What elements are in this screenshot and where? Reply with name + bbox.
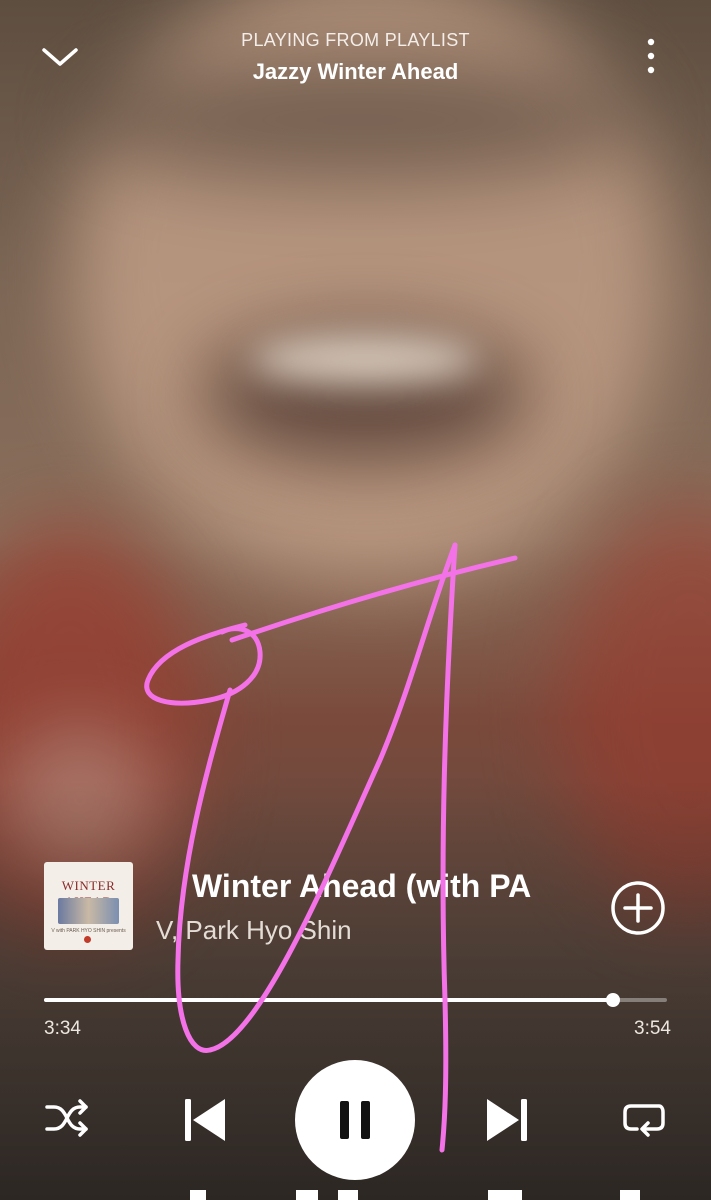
track-meta: Winter Ahead (with PA V, Park Hyo Shin xyxy=(156,868,566,946)
repeat-icon[interactable] xyxy=(621,1098,667,1138)
play-pause-button[interactable] xyxy=(295,1060,415,1180)
add-circle-icon[interactable] xyxy=(610,880,666,936)
context-label: PLAYING FROM PLAYLIST xyxy=(241,30,470,50)
top-bar: PLAYING FROM PLAYLIST Jazzy Winter Ahead xyxy=(0,0,711,110)
more-vertical-icon[interactable] xyxy=(636,36,666,76)
album-cover[interactable]: WINTER AHEAD V with PARK HYO SHIN presen… xyxy=(44,862,133,950)
track-title[interactable]: Winter Ahead (with PA xyxy=(192,868,566,905)
track-info: WINTER AHEAD V with PARK HYO SHIN presen… xyxy=(44,862,674,952)
shuffle-icon[interactable] xyxy=(44,1098,90,1138)
skip-previous-icon[interactable] xyxy=(182,1096,228,1144)
cover-subtitle: V with PARK HYO SHIN presents xyxy=(51,928,126,934)
track-artist[interactable]: V, Park Hyo Shin xyxy=(156,915,566,946)
skip-next-icon[interactable] xyxy=(484,1096,530,1144)
progress-bar[interactable] xyxy=(44,990,667,1010)
bottom-toolbar-peek xyxy=(0,1190,711,1200)
progress-fill xyxy=(44,998,614,1002)
total-time: 3:54 xyxy=(634,1018,671,1039)
cover-illustration xyxy=(58,898,119,924)
cover-seal xyxy=(84,936,91,943)
pause-icon xyxy=(340,1101,370,1139)
elapsed-time: 3:34 xyxy=(44,1018,81,1039)
playlist-title[interactable]: Jazzy Winter Ahead xyxy=(0,59,711,85)
album-art-background xyxy=(0,0,711,1200)
playing-context: PLAYING FROM PLAYLIST Jazzy Winter Ahead xyxy=(0,30,711,85)
playback-controls xyxy=(0,1060,711,1180)
progress-handle[interactable] xyxy=(606,993,621,1007)
